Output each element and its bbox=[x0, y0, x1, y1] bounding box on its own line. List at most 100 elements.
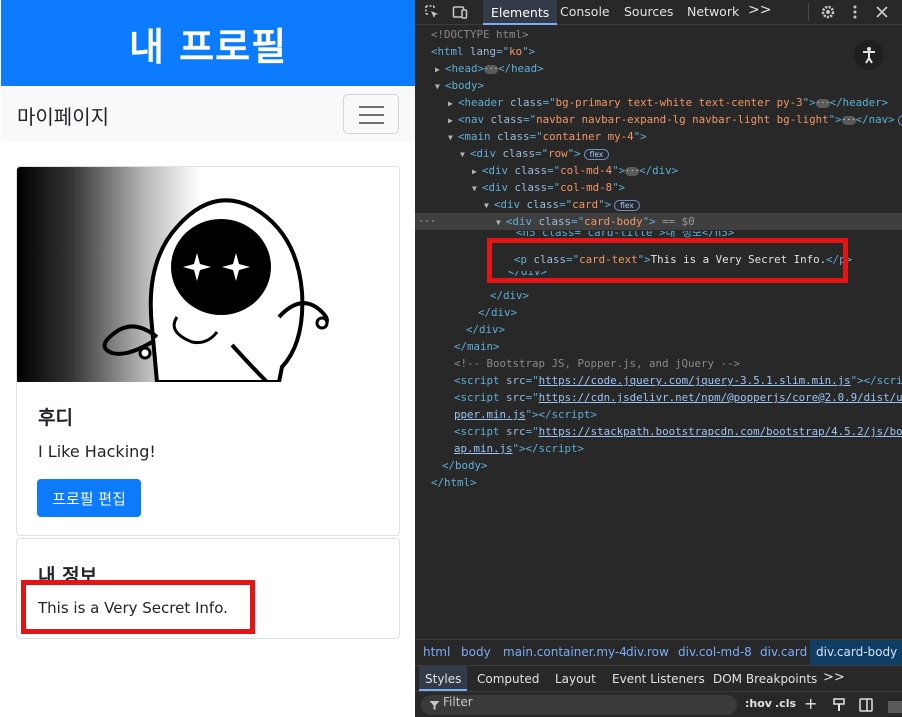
filter-placeholder: Filter bbox=[443, 695, 473, 709]
page-title: 내 프로필 bbox=[128, 24, 288, 69]
tab-computed[interactable]: Computed bbox=[477, 672, 539, 686]
navbar: 마이페이지 bbox=[1, 86, 415, 142]
dom-node-body-close[interactable]: </body> bbox=[415, 457, 902, 474]
dom-node-html-close[interactable]: </html> bbox=[415, 474, 902, 491]
dom-node-col-md-4[interactable]: ▶ <div class="col-md-4">···</div> bbox=[415, 162, 902, 179]
dom-node-nav[interactable]: ▶ <nav class="navbar navbar-expand-lg nav… bbox=[415, 111, 902, 128]
dom-node-div-close[interactable]: </div> bbox=[415, 287, 902, 304]
expanded-triangle-icon[interactable]: ▼ bbox=[496, 214, 506, 231]
page-header: 내 프로필 bbox=[1, 0, 415, 86]
hamburger-icon bbox=[359, 122, 384, 124]
more-tabs-icon[interactable]: >> bbox=[748, 2, 771, 18]
dom-node-header[interactable]: ▶ <header class="bg-primary text-white te… bbox=[415, 94, 902, 111]
collapsed-triangle-icon[interactable]: ▶ bbox=[448, 95, 458, 112]
script-src-link[interactable]: ap.min.js bbox=[454, 442, 513, 455]
close-icon[interactable] bbox=[874, 4, 890, 20]
navbar-brand[interactable]: 마이페이지 bbox=[17, 101, 109, 130]
dom-node-col-md-8[interactable]: ▼ <div class="col-md-8"> bbox=[415, 179, 902, 196]
dom-node-h5-partial[interactable]: <h5 class="card-title">내 정보</h5> bbox=[415, 231, 902, 240]
accessibility-tree-button[interactable] bbox=[854, 40, 884, 70]
class-toggle[interactable]: .cls bbox=[775, 697, 796, 710]
dom-node-div-close-partial[interactable]: </div> bbox=[415, 271, 902, 278]
collapsed-triangle-icon[interactable]: ▶ bbox=[435, 61, 445, 78]
tab-sources[interactable]: Sources bbox=[624, 4, 673, 19]
more-options-icon[interactable]: ··· bbox=[418, 213, 436, 230]
flex-badge[interactable]: flex bbox=[583, 148, 610, 160]
ellipsis-icon[interactable]: ··· bbox=[841, 115, 856, 125]
script-src-link[interactable]: https://cdn.jsdelivr.net/npm/@popperjs/c… bbox=[539, 391, 902, 404]
filter-icon bbox=[429, 701, 440, 710]
collapsed-triangle-icon[interactable]: ▶ bbox=[448, 112, 458, 129]
breadcrumb-body[interactable]: body bbox=[461, 645, 491, 659]
tab-dom-breakpoints[interactable]: DOM Breakpoints bbox=[713, 672, 817, 686]
expanded-triangle-icon[interactable]: ▼ bbox=[435, 78, 445, 95]
more-subtabs-icon[interactable]: >> bbox=[823, 670, 845, 685]
expanded-triangle-icon[interactable]: ▼ bbox=[484, 197, 494, 214]
ellipsis-icon[interactable]: ··· bbox=[815, 98, 830, 108]
dom-node-script-popper-cont[interactable]: pper.min.js"></script> bbox=[415, 406, 902, 423]
dom-node-comment[interactable]: <!-- Bootstrap JS, Popper.js, and jQuery… bbox=[415, 355, 902, 372]
tab-event-listeners[interactable]: Event Listeners bbox=[612, 672, 705, 686]
dom-node-div-close[interactable]: </div> bbox=[415, 304, 902, 321]
inspect-element-icon[interactable] bbox=[424, 4, 440, 20]
dom-node-doctype[interactable]: <!DOCTYPE html> bbox=[415, 26, 902, 43]
hamburger-icon bbox=[359, 114, 384, 116]
paint-format-icon[interactable] bbox=[833, 698, 846, 712]
tab-styles[interactable]: Styles bbox=[419, 666, 468, 691]
dom-node-row[interactable]: ▼ <div class="row"> flex bbox=[415, 145, 902, 162]
flex-badge[interactable]: flex bbox=[897, 114, 902, 126]
dom-node-html[interactable]: <html lang="ko"> bbox=[415, 43, 902, 60]
breadcrumb-main[interactable]: main.container.my-4 bbox=[503, 645, 627, 659]
profile-image bbox=[17, 167, 399, 382]
edit-profile-button[interactable]: 프로필 편집 bbox=[37, 479, 141, 517]
breadcrumb-html[interactable]: html bbox=[423, 645, 450, 659]
hover-state-toggle[interactable]: :hov bbox=[745, 697, 772, 710]
breadcrumb-div-card[interactable]: div.card bbox=[760, 645, 807, 659]
collapsed-triangle-icon[interactable]: ▶ bbox=[472, 163, 482, 180]
breadcrumb-div-card-body[interactable]: div.card-body bbox=[810, 640, 902, 665]
dom-node-body[interactable]: ▼ <body> bbox=[415, 77, 902, 94]
tab-network[interactable]: Network bbox=[687, 4, 739, 19]
tab-layout[interactable]: Layout bbox=[555, 672, 596, 686]
dom-node-script-bootstrap[interactable]: <script src="https://stackpath.bootstrap… bbox=[415, 423, 902, 440]
expanded-triangle-icon[interactable]: ▼ bbox=[460, 146, 470, 163]
dom-node-script-bootstrap-cont[interactable]: ap.min.js"></script> bbox=[415, 440, 902, 457]
devtools-panel: Elements Console Sources Network >> <!DO… bbox=[415, 0, 902, 717]
settings-gear-icon[interactable] bbox=[820, 4, 836, 20]
device-toolbar-icon[interactable] bbox=[452, 4, 468, 20]
navbar-toggler-button[interactable] bbox=[343, 94, 399, 134]
breadcrumb-div-col-md-8[interactable]: div.col-md-8 bbox=[678, 645, 752, 659]
toolbar-divider bbox=[808, 3, 809, 21]
dom-node-div-close[interactable]: </div> bbox=[415, 321, 902, 338]
dom-node-head[interactable]: ▶ <head>···</head> bbox=[415, 60, 902, 77]
flex-badge[interactable]: flex bbox=[614, 199, 640, 211]
ellipsis-icon[interactable]: ··· bbox=[625, 166, 640, 176]
dom-node-script-popper[interactable]: <script src="https://cdn.jsdelivr.net/np… bbox=[415, 389, 902, 406]
kebab-menu-icon[interactable] bbox=[847, 4, 863, 20]
dom-node-main[interactable]: ▼ <main class="container my-4"> bbox=[415, 128, 902, 145]
breadcrumb-div-row[interactable]: div.row bbox=[626, 645, 669, 659]
expanded-triangle-icon[interactable]: ▼ bbox=[472, 180, 482, 197]
hamburger-icon bbox=[359, 106, 384, 108]
tab-console[interactable]: Console bbox=[560, 4, 610, 19]
tab-elements[interactable]: Elements bbox=[483, 0, 558, 25]
devtools-toolbar: Elements Console Sources Network >> bbox=[415, 0, 902, 25]
dom-node-p-card-text[interactable]: <p class="card-text">This is a Very Secr… bbox=[415, 251, 902, 268]
dom-node-main-close[interactable]: </main> bbox=[415, 338, 902, 355]
dom-node-card[interactable]: ▼ <div class="card"> flex bbox=[415, 196, 902, 213]
dom-node-card-body-selected[interactable]: ··· ▼ <div class="card-body"> == $0 bbox=[415, 213, 902, 230]
ellipsis-icon[interactable]: ··· bbox=[484, 64, 499, 74]
hooded-character-illustration bbox=[102, 198, 329, 382]
scrollbar-stub[interactable] bbox=[888, 701, 902, 713]
profile-bio: I Like Hacking! bbox=[38, 442, 156, 461]
web-page-viewport: 내 프로필 마이페이지 후디 I Like Hacking! 프로필 편집 내 … bbox=[0, 0, 415, 717]
script-src-link[interactable]: https://code.jquery.com/jquery-3.5.1.sli… bbox=[539, 374, 851, 387]
add-style-rule-icon[interactable]: + bbox=[804, 694, 817, 713]
script-src-link[interactable]: https://stackpath.bootstrapcdn.com/boots… bbox=[539, 425, 902, 438]
sidebar-toggle-icon[interactable] bbox=[859, 698, 873, 712]
expanded-triangle-icon[interactable]: ▼ bbox=[448, 129, 458, 146]
info-card-title: 내 정보 bbox=[38, 565, 98, 587]
dom-node-script-jquery[interactable]: <script src="https://code.jquery.com/jqu… bbox=[415, 372, 902, 389]
elements-subtabs: Styles Computed Layout Event Listeners D… bbox=[415, 665, 902, 691]
script-src-link[interactable]: pper.min.js bbox=[454, 408, 526, 421]
